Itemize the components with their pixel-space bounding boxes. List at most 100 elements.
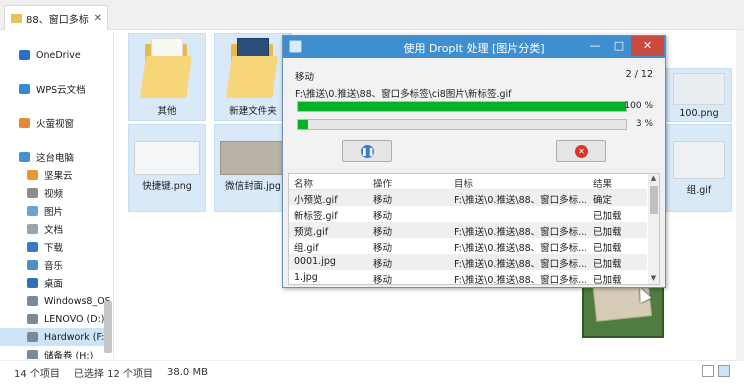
file-item-folder-other[interactable]: 其他 (128, 33, 206, 121)
pause-icon: ❚❚ (361, 145, 375, 158)
nav-label: 音乐 (44, 261, 64, 272)
cell-operation: 移动 (373, 227, 393, 238)
image-thumbnail (220, 141, 286, 175)
cell-operation: 移动 (373, 195, 393, 206)
chevron-down-icon[interactable]: ▼ (648, 274, 659, 282)
folder-icon (137, 34, 197, 100)
progress-fill (298, 120, 308, 129)
list-item[interactable]: 组.gif 移动 F:\推送\0.推送\88、窗口多标... 已加载 (289, 238, 647, 254)
download-icon (27, 242, 38, 252)
cell-operation: 移动 (373, 275, 393, 285)
pause-button[interactable]: ❚❚ (342, 140, 392, 162)
chevron-up-icon[interactable]: ▲ (648, 174, 659, 182)
nav-item-drive-c[interactable]: Windows8_OS (0, 292, 112, 310)
nav-label: 这台电脑 (36, 153, 75, 164)
list-item[interactable]: 小预览.gif 移动 F:\推送\0.推送\88、窗口多标... 确定 (289, 190, 647, 206)
cell-result: 已加载 (593, 211, 622, 222)
list-item[interactable]: 1.jpg 移动 F:\推送\0.推送\88、窗口多标... 已加载 (289, 270, 647, 285)
nav-label: Hardwork (F:) (44, 331, 109, 343)
nav-item-documents[interactable]: 文档 (0, 220, 112, 238)
nav-item-drive-d[interactable]: LENOVO (D:) (0, 310, 112, 328)
selection-count: 已选择 12 个项目 (73, 369, 153, 380)
nav-item-desktop[interactable]: 桌面 (0, 274, 112, 292)
main-scrollbar[interactable] (736, 30, 744, 360)
nav-item-downloads[interactable]: 下载 (0, 238, 112, 256)
list-item[interactable]: 0001.jpg 移动 F:\推送\0.推送\88、窗口多标... 已加载 (289, 254, 647, 270)
desktop-icon (27, 278, 38, 288)
nav-item-app[interactable]: 火萤视窗 (0, 114, 112, 132)
cell-name: 0001.jpg (294, 256, 336, 267)
nav-item-jianguoyun[interactable]: 坚果云 (0, 166, 112, 184)
nav-label: 火萤视窗 (36, 119, 75, 130)
tab-bar: 88、窗口多标签 ✕ (0, 0, 744, 30)
stop-button[interactable]: ✕ (556, 140, 606, 162)
total-progress-bar (297, 119, 627, 130)
file-progress-bar (297, 101, 627, 112)
tab-current-folder[interactable]: 88、窗口多标签 ✕ (4, 5, 108, 30)
navigation-pane: OneDrive WPS云文档 火萤视窗 这台电脑 坚果云 视频 图片 文档 下… (0, 31, 114, 359)
cell-result: 已加载 (593, 227, 622, 238)
image-thumbnail (673, 141, 725, 179)
nav-item-drive-f[interactable]: Hardwork (F:) (0, 328, 112, 346)
nav-label: 文档 (44, 225, 64, 236)
nav-label: 视频 (44, 189, 64, 200)
item-count: 14 个项目 (14, 369, 60, 380)
close-button[interactable]: ✕ (631, 36, 664, 56)
cell-result: 已加载 (593, 259, 622, 270)
file-name: 组.gif (686, 185, 712, 196)
large-icons-view-icon[interactable] (718, 365, 730, 377)
list-scrollbar-thumb[interactable] (650, 186, 658, 214)
minimize-button[interactable]: — (583, 36, 607, 56)
cell-operation: 移动 (373, 211, 393, 222)
column-header-operation[interactable]: 操作 (373, 176, 423, 190)
nav-item-wps-cloud[interactable]: WPS云文档 (0, 80, 112, 98)
file-item-folder-new[interactable]: 新建文件夹 (214, 33, 292, 121)
nav-label: Windows8_OS (44, 295, 111, 307)
file-item-group-gif[interactable]: 组.gif (666, 124, 732, 212)
folder-icon (27, 170, 38, 180)
maximize-button[interactable]: □ (607, 36, 631, 56)
file-name: 微信封面.jpg (225, 181, 281, 192)
current-file-path: F:\推送\0.推送\88、窗口多标签\ci8图片\新标签.gif (295, 89, 512, 100)
cell-destination: F:\推送\0.推送\88、窗口多标... (454, 259, 586, 270)
list-item[interactable]: 新标签.gif 移动 已加载 (289, 206, 647, 222)
dropit-progress-dialog: 使用 DropIt 处理 [图片分类] — □ ✕ 移动 2 / 12 F:\推… (282, 35, 666, 288)
list-header: 名称 操作 目标 结果 (289, 174, 647, 190)
list-item[interactable]: 预览.gif 移动 F:\推送\0.推送\88、窗口多标... 已加载 (289, 222, 647, 238)
video-icon (27, 188, 38, 198)
nav-scrollbar[interactable] (104, 301, 112, 353)
progress-fill (298, 102, 626, 111)
nav-item-music[interactable]: 音乐 (0, 256, 112, 274)
file-item-shortcut-png[interactable]: 快捷键.png (128, 124, 206, 212)
nav-item-onedrive[interactable]: OneDrive (0, 46, 112, 64)
nav-label: 下载 (44, 243, 64, 254)
drive-icon (27, 350, 38, 359)
cell-destination: F:\推送\0.推送\88、窗口多标... (454, 195, 586, 206)
cell-name: 新标签.gif (294, 211, 338, 222)
stop-icon: ✕ (575, 145, 588, 158)
nav-label: 坚果云 (44, 171, 73, 182)
cell-result: 已加载 (593, 243, 622, 254)
cell-name: 组.gif (294, 243, 319, 254)
drive-icon (27, 332, 38, 342)
file-list: 名称 操作 目标 结果 小预览.gif 移动 F:\推送\0.推送\88、窗口多… (288, 173, 660, 285)
nav-item-drive-h[interactable]: 储备卷 (H:) (0, 346, 112, 359)
nav-item-pictures[interactable]: 图片 (0, 202, 112, 220)
file-item-wechat-cover-jpg[interactable]: 微信封面.jpg (214, 124, 292, 212)
dialog-titlebar[interactable]: 使用 DropIt 处理 [图片分类] — □ ✕ (283, 36, 665, 58)
column-header-name[interactable]: 名称 (294, 176, 366, 190)
picture-icon (27, 206, 38, 216)
file-item-100-png[interactable]: 100.png (666, 68, 732, 122)
close-icon[interactable]: ✕ (89, 13, 107, 24)
file-name: 其他 (157, 106, 177, 117)
cell-name: 1.jpg (294, 272, 318, 283)
nav-item-videos[interactable]: 视频 (0, 184, 112, 202)
details-view-icon[interactable] (702, 365, 714, 377)
total-progress-percent: 3 % (635, 119, 653, 129)
nav-label: 图片 (44, 207, 64, 218)
folder-icon (223, 34, 283, 100)
column-header-result[interactable]: 结果 (593, 176, 643, 190)
nav-item-this-pc[interactable]: 这台电脑 (0, 148, 112, 166)
column-header-destination[interactable]: 目标 (454, 176, 586, 190)
image-thumbnail (673, 73, 725, 105)
